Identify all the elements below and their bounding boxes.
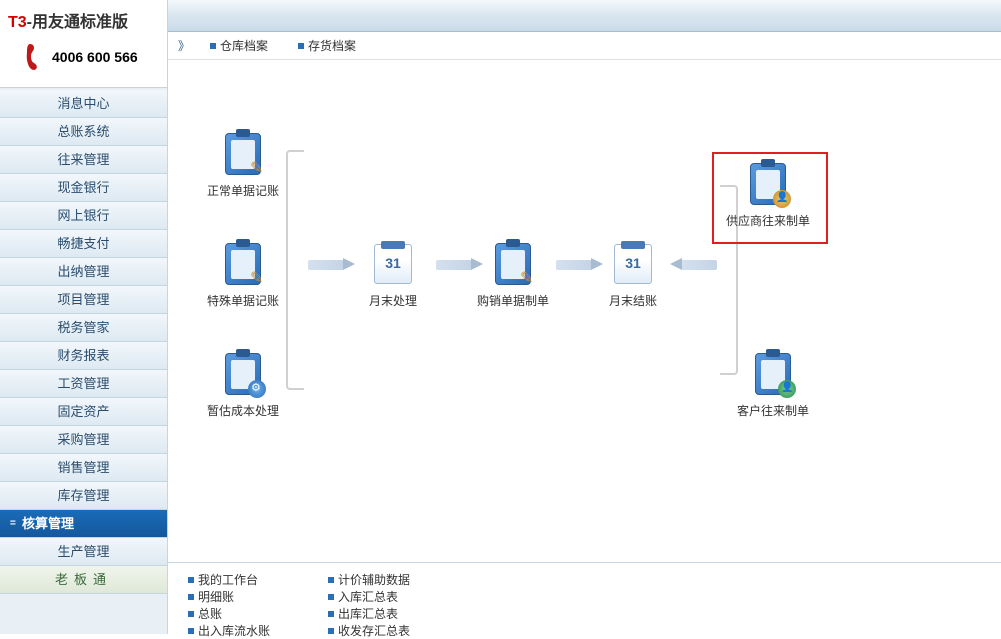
- toolbar: 》 仓库档案 存货档案: [168, 32, 1001, 60]
- nav-payment[interactable]: 畅捷支付: [0, 230, 167, 258]
- link-label: 出库汇总表: [338, 605, 398, 622]
- link-label: 入库汇总表: [338, 588, 398, 605]
- bullet-icon: [188, 611, 194, 617]
- link-label: 计价辅助数据: [338, 571, 410, 588]
- bullet-icon: [328, 628, 334, 634]
- arrow-icon: [308, 260, 344, 270]
- nav-general-ledger[interactable]: 总账系统: [0, 118, 167, 146]
- logo-area: T3-用友通标准版 4006 600 566: [0, 0, 167, 88]
- nav-list: 消息中心 总账系统 往来管理 现金银行 网上银行 畅捷支付 出纳管理 项目管理 …: [0, 88, 167, 634]
- clipboard-gear-icon: [219, 350, 267, 398]
- clipboard-pen-icon: [489, 240, 537, 288]
- clipboard-pen-icon: [219, 130, 267, 178]
- node-normal-voucher[interactable]: 正常单据记账: [198, 130, 288, 199]
- nav-cash-bank[interactable]: 现金银行: [0, 174, 167, 202]
- bullet-icon: [328, 594, 334, 600]
- calendar-icon: [609, 240, 657, 288]
- app-title: T3-用友通标准版: [4, 8, 163, 32]
- brand-prefix: T3: [8, 14, 27, 31]
- bottom-panel: 我的工作台 计价辅助数据 明细账 入库汇总表 总账 出库汇总表 出入库流水账 收…: [168, 562, 1001, 634]
- bullet-icon: [188, 577, 194, 583]
- link-label: 出入库流水账: [198, 622, 270, 639]
- bullet-icon: [298, 43, 304, 49]
- link-label: 收发存汇总表: [338, 622, 410, 639]
- toolbar-link-label: 存货档案: [308, 37, 356, 54]
- bullet-icon: [328, 611, 334, 617]
- node-month-end-process[interactable]: 月末处理: [348, 240, 438, 309]
- arrow-icon: [436, 260, 472, 270]
- nav-cashier[interactable]: 出纳管理: [0, 258, 167, 286]
- toolbar-inventory-archive[interactable]: 存货档案: [298, 37, 356, 54]
- node-label: 购销单据制单: [468, 292, 558, 309]
- main-area: 》 仓库档案 存货档案 正常单据记账 特殊单据记账 暂估成本处理: [168, 0, 1001, 634]
- nav-boss[interactable]: 老板通: [0, 566, 167, 594]
- clipboard-person-green-icon: [749, 350, 797, 398]
- nav-fixed-asset[interactable]: 固定资产: [0, 398, 167, 426]
- brand-suffix: -用友通标准版: [27, 14, 128, 31]
- bullet-icon: [328, 577, 334, 583]
- link-detail-ledger[interactable]: 明细账: [188, 588, 328, 605]
- phone-number: 4006 600 566: [52, 49, 138, 65]
- calendar-icon: [369, 240, 417, 288]
- link-label: 总账: [198, 605, 222, 622]
- link-inout-flow[interactable]: 出入库流水账: [188, 622, 328, 639]
- node-purchase-sale[interactable]: 购销单据制单: [468, 240, 558, 309]
- node-customer-ar[interactable]: 客户往来制单: [728, 350, 818, 419]
- nav-online-bank[interactable]: 网上银行: [0, 202, 167, 230]
- nav-purchase[interactable]: 采购管理: [0, 426, 167, 454]
- nav-project[interactable]: 项目管理: [0, 286, 167, 314]
- toolbar-link-label: 仓库档案: [220, 37, 268, 54]
- window-titlebar: [168, 0, 1001, 32]
- link-label: 我的工作台: [198, 571, 258, 588]
- nav-tax[interactable]: 税务管家: [0, 314, 167, 342]
- arrow-icon: [681, 260, 717, 270]
- link-receive-dispatch-summary[interactable]: 收发存汇总表: [328, 622, 468, 639]
- connector-bracket-left: [286, 150, 304, 390]
- link-general-ledger[interactable]: 总账: [188, 605, 328, 622]
- node-supplier-ar[interactable]: 供应商往来制单: [723, 160, 813, 229]
- nav-costing[interactable]: 核算管理: [0, 510, 167, 538]
- nav-salary[interactable]: 工资管理: [0, 370, 167, 398]
- node-label: 暂估成本处理: [198, 402, 288, 419]
- bullet-icon: [188, 594, 194, 600]
- node-label: 月末处理: [348, 292, 438, 309]
- bullet-icon: [188, 628, 194, 634]
- phone-icon: [22, 42, 44, 72]
- link-pricing-aux[interactable]: 计价辅助数据: [328, 571, 468, 588]
- collapse-toggle-icon[interactable]: 》: [178, 37, 190, 54]
- node-label: 正常单据记账: [198, 182, 288, 199]
- link-label: 明细账: [198, 588, 234, 605]
- clipboard-pen-icon: [219, 240, 267, 288]
- link-inbound-summary[interactable]: 入库汇总表: [328, 588, 468, 605]
- nav-ar-ap[interactable]: 往来管理: [0, 146, 167, 174]
- node-special-voucher[interactable]: 特殊单据记账: [198, 240, 288, 309]
- nav-sales[interactable]: 销售管理: [0, 454, 167, 482]
- bullet-icon: [210, 43, 216, 49]
- arrow-head-icon: [670, 258, 682, 270]
- node-label: 客户往来制单: [728, 402, 818, 419]
- nav-production[interactable]: 生产管理: [0, 538, 167, 566]
- link-my-workbench[interactable]: 我的工作台: [188, 571, 328, 588]
- sidebar: T3-用友通标准版 4006 600 566 消息中心 总账系统 往来管理 现金…: [0, 0, 168, 634]
- link-outbound-summary[interactable]: 出库汇总表: [328, 605, 468, 622]
- node-month-end-close[interactable]: 月末结账: [588, 240, 678, 309]
- node-est-cost[interactable]: 暂估成本处理: [198, 350, 288, 419]
- node-label: 特殊单据记账: [198, 292, 288, 309]
- nav-message-center[interactable]: 消息中心: [0, 90, 167, 118]
- node-label: 月末结账: [588, 292, 678, 309]
- support-phone: 4006 600 566: [4, 42, 163, 72]
- node-label: 供应商往来制单: [723, 212, 813, 229]
- nav-inventory[interactable]: 库存管理: [0, 482, 167, 510]
- arrow-icon: [556, 260, 592, 270]
- toolbar-warehouse-archive[interactable]: 仓库档案: [210, 37, 268, 54]
- clipboard-person-icon: [744, 160, 792, 208]
- nav-financial-report[interactable]: 财务报表: [0, 342, 167, 370]
- workflow-canvas: 正常单据记账 特殊单据记账 暂估成本处理 月末处理: [168, 60, 1001, 562]
